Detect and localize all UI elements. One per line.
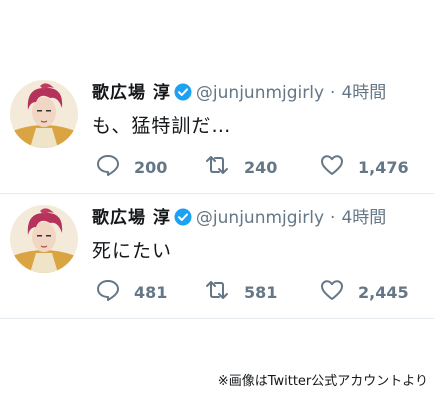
timestamp[interactable]: 4時間: [341, 208, 386, 228]
verified-badge-icon: [174, 83, 192, 107]
separator: ·: [330, 208, 336, 228]
reply-icon: [96, 154, 120, 180]
like-icon: [320, 279, 344, 305]
verified-badge-icon: [174, 208, 192, 232]
like-count: 2,445: [358, 282, 409, 302]
like-icon: [320, 154, 344, 180]
reply-button[interactable]: 200: [96, 154, 167, 180]
handle[interactable]: @junjunmjgirly: [196, 83, 324, 103]
avatar[interactable]: [10, 80, 78, 148]
handle[interactable]: @junjunmjgirly: [196, 208, 324, 228]
reply-icon: [96, 279, 120, 305]
like-button[interactable]: 2,445: [320, 279, 409, 305]
avatar[interactable]: [10, 205, 78, 273]
retweet-button[interactable]: 581: [204, 279, 277, 305]
tweet[interactable]: 歌広場 淳 @junjunmjgirly · 4時間 も、猛特訓だ… 200 240 …: [0, 68, 434, 194]
retweet-icon: [204, 154, 230, 180]
like-button[interactable]: 1,476: [320, 154, 409, 180]
tweet-text: 死にたい: [92, 240, 173, 262]
reply-count: 200: [134, 157, 168, 177]
tweet-text: も、猛特訓だ…: [92, 115, 232, 137]
tweet-actions: 481 581 2,445: [96, 279, 416, 305]
tweet-header: 歌広場 淳 @junjunmjgirly · 4時間: [92, 207, 386, 232]
reply-button[interactable]: 481: [96, 279, 167, 305]
retweet-button[interactable]: 240: [204, 154, 277, 180]
separator: ·: [330, 83, 336, 103]
display-name[interactable]: 歌広場 淳: [92, 208, 171, 228]
display-name[interactable]: 歌広場 淳: [92, 83, 171, 103]
retweet-icon: [204, 279, 230, 305]
timestamp[interactable]: 4時間: [341, 83, 386, 103]
reply-count: 481: [134, 282, 168, 302]
like-count: 1,476: [358, 157, 409, 177]
tweet-header: 歌広場 淳 @junjunmjgirly · 4時間: [92, 82, 386, 107]
retweet-count: 240: [244, 157, 278, 177]
tweet-actions: 200 240 1,476: [96, 154, 416, 180]
image-credit-caption: ※画像はTwitter公式アカウントより: [217, 374, 428, 389]
tweet[interactable]: 歌広場 淳 @junjunmjgirly · 4時間 死にたい 481 581 2,4…: [0, 193, 434, 319]
retweet-count: 581: [244, 282, 278, 302]
